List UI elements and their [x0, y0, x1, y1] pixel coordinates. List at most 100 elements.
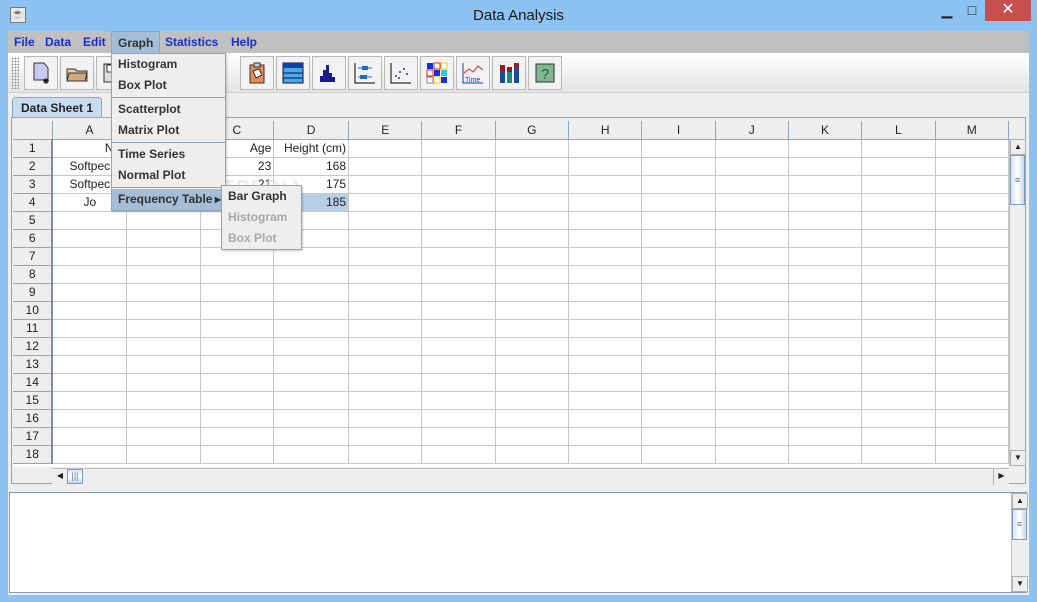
- cell-g1[interactable]: [495, 139, 570, 158]
- cell-k10[interactable]: [788, 301, 863, 320]
- cell-e4[interactable]: [348, 193, 423, 212]
- cell-e5[interactable]: [348, 211, 423, 230]
- cell-c16[interactable]: [200, 409, 275, 428]
- output-panel[interactable]: ▲ ≡ ▼: [9, 492, 1028, 593]
- cell-j10[interactable]: [715, 301, 789, 320]
- row-header[interactable]: 4: [13, 193, 54, 212]
- column-header-k[interactable]: K: [788, 121, 863, 140]
- cell-m17[interactable]: [935, 427, 1009, 446]
- row-header[interactable]: 15: [13, 391, 54, 410]
- cell-h5[interactable]: [568, 211, 643, 230]
- cell-j9[interactable]: [715, 283, 789, 302]
- cell-k12[interactable]: [788, 337, 863, 356]
- cell-c9[interactable]: [200, 283, 275, 302]
- cell-d13[interactable]: [273, 355, 350, 374]
- cell-a16[interactable]: [52, 409, 128, 428]
- column-header-m[interactable]: M: [935, 121, 1009, 140]
- cell-k5[interactable]: [788, 211, 863, 230]
- cell-f16[interactable]: [421, 409, 496, 428]
- cell-b10[interactable]: [126, 301, 201, 320]
- cell-i2[interactable]: [641, 157, 716, 176]
- cell-b9[interactable]: [126, 283, 201, 302]
- row-header[interactable]: 7: [13, 247, 54, 266]
- cell-g7[interactable]: [495, 247, 570, 266]
- row-header[interactable]: 6: [13, 229, 54, 248]
- cell-k18[interactable]: [788, 445, 863, 464]
- cell-d8[interactable]: [273, 265, 350, 284]
- graph-menu-histogram[interactable]: Histogram: [112, 54, 225, 75]
- cell-f17[interactable]: [421, 427, 496, 446]
- cell-m5[interactable]: [935, 211, 1009, 230]
- tab-data-sheet-1[interactable]: Data Sheet 1: [12, 97, 102, 119]
- cell-h7[interactable]: [568, 247, 643, 266]
- cell-i5[interactable]: [641, 211, 716, 230]
- cell-e10[interactable]: [348, 301, 423, 320]
- cell-k8[interactable]: [788, 265, 863, 284]
- cell-f15[interactable]: [421, 391, 496, 410]
- row-header[interactable]: 3: [13, 175, 54, 194]
- cell-m18[interactable]: [935, 445, 1009, 464]
- menu-data[interactable]: Data: [39, 31, 77, 53]
- cell-e16[interactable]: [348, 409, 423, 428]
- cell-a12[interactable]: [52, 337, 128, 356]
- cell-f1[interactable]: [421, 139, 496, 158]
- cell-c15[interactable]: [200, 391, 275, 410]
- menu-statistics[interactable]: Statistics: [159, 31, 224, 53]
- row-header[interactable]: 10: [13, 301, 54, 320]
- cell-l4[interactable]: [861, 193, 936, 212]
- cell-a13[interactable]: [52, 355, 128, 374]
- cell-f7[interactable]: [421, 247, 496, 266]
- cell-h9[interactable]: [568, 283, 643, 302]
- cell-l3[interactable]: [861, 175, 936, 194]
- row-header[interactable]: 18: [13, 445, 54, 464]
- cell-d16[interactable]: [273, 409, 350, 428]
- graph-menu-frequency-table[interactable]: Frequency Table ▶: [112, 189, 225, 210]
- cell-f8[interactable]: [421, 265, 496, 284]
- graph-menu-time-series[interactable]: Time Series: [112, 144, 225, 165]
- cell-h10[interactable]: [568, 301, 643, 320]
- cell-m7[interactable]: [935, 247, 1009, 266]
- cell-k16[interactable]: [788, 409, 863, 428]
- column-header-h[interactable]: H: [568, 121, 643, 140]
- cell-m12[interactable]: [935, 337, 1009, 356]
- cell-c10[interactable]: [200, 301, 275, 320]
- cell-j1[interactable]: [715, 139, 789, 158]
- cell-d17[interactable]: [273, 427, 350, 446]
- cell-b16[interactable]: [126, 409, 201, 428]
- cell-d15[interactable]: [273, 391, 350, 410]
- cell-l10[interactable]: [861, 301, 936, 320]
- cell-h17[interactable]: [568, 427, 643, 446]
- cell-l18[interactable]: [861, 445, 936, 464]
- cell-f10[interactable]: [421, 301, 496, 320]
- column-header-d[interactable]: D: [273, 121, 350, 140]
- menu-file[interactable]: File: [8, 31, 41, 53]
- graph-menu-scatterplot[interactable]: Scatterplot: [112, 99, 225, 120]
- cell-g16[interactable]: [495, 409, 570, 428]
- cell-k3[interactable]: [788, 175, 863, 194]
- cell-k7[interactable]: [788, 247, 863, 266]
- cell-m6[interactable]: [935, 229, 1009, 248]
- cell-g15[interactable]: [495, 391, 570, 410]
- cell-m10[interactable]: [935, 301, 1009, 320]
- column-header-g[interactable]: G: [495, 121, 570, 140]
- cell-j7[interactable]: [715, 247, 789, 266]
- cell-h14[interactable]: [568, 373, 643, 392]
- cell-d12[interactable]: [273, 337, 350, 356]
- column-header-i[interactable]: I: [641, 121, 716, 140]
- cell-i4[interactable]: [641, 193, 716, 212]
- cell-j5[interactable]: [715, 211, 789, 230]
- close-button[interactable]: ✕: [985, 0, 1031, 21]
- cell-h12[interactable]: [568, 337, 643, 356]
- box-plot-button[interactable]: [348, 56, 382, 90]
- cell-e6[interactable]: [348, 229, 423, 248]
- cell-l8[interactable]: [861, 265, 936, 284]
- cell-l9[interactable]: [861, 283, 936, 302]
- cell-m2[interactable]: [935, 157, 1009, 176]
- cell-f13[interactable]: [421, 355, 496, 374]
- cell-e3[interactable]: [348, 175, 423, 194]
- cell-j6[interactable]: [715, 229, 789, 248]
- cell-d14[interactable]: [273, 373, 350, 392]
- cell-j18[interactable]: [715, 445, 789, 464]
- cell-m4[interactable]: [935, 193, 1009, 212]
- cell-k11[interactable]: [788, 319, 863, 338]
